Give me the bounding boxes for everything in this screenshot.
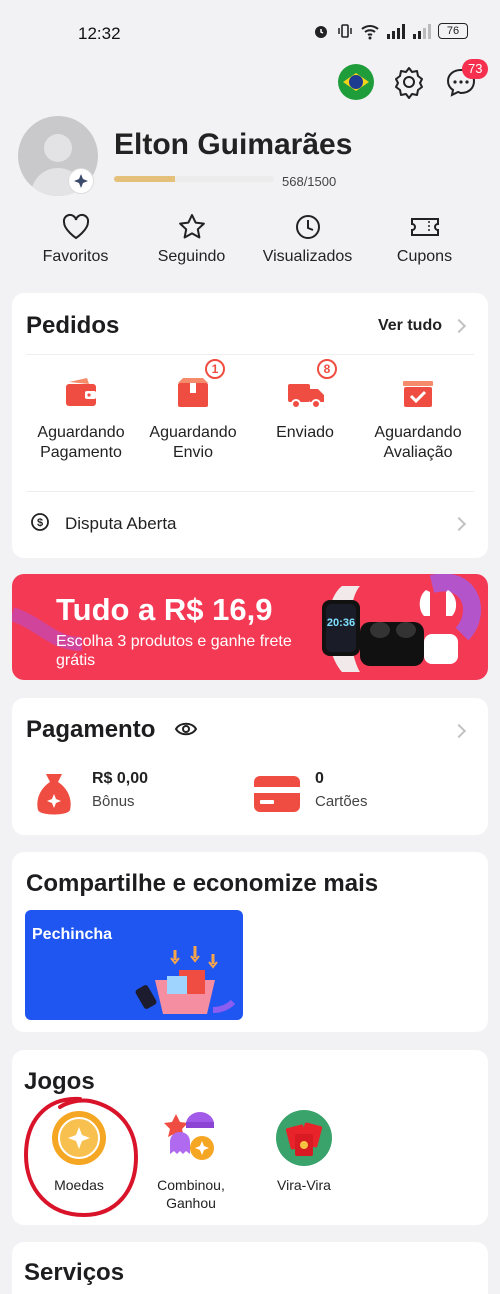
smartwatch-earbuds-image: 20:36 (322, 586, 458, 672)
membership-badge-icon (68, 168, 94, 194)
banner-subtitle: Escolha 3 produtos e ganhe frete grátis (56, 633, 292, 669)
dispute-icon: $ (30, 512, 50, 537)
status-time: 12:32 (78, 24, 121, 43)
wallet-icon (61, 373, 101, 413)
services-card: Serviços (12, 1242, 488, 1294)
eye-icon[interactable] (174, 719, 198, 739)
star-icon (178, 214, 205, 239)
wifi-icon (361, 25, 379, 40)
game-label: Vira-Vira (277, 1177, 331, 1193)
pechincha-tile[interactable]: Pechincha (25, 910, 243, 1020)
package-icon: 1 (173, 359, 225, 413)
signal-2-icon (413, 24, 431, 39)
order-status-label: Aguardando Envio (149, 424, 237, 461)
top-actions: 73 (338, 59, 489, 100)
share-card: Compartilhe e economize mais Pechincha (12, 852, 488, 1032)
ticket-icon (410, 218, 439, 236)
services-title: Serviços (24, 1259, 125, 1286)
gear-icon[interactable] (392, 65, 426, 99)
flip-cards-icon (276, 1110, 332, 1166)
share-title: Compartilhe e economize mais (26, 870, 379, 897)
match-game-icon (164, 1112, 214, 1160)
bonus-value[interactable]: R$ 0,00 (92, 770, 148, 788)
messages-button[interactable]: 73 (444, 59, 489, 99)
brazil-flag-icon[interactable] (338, 64, 374, 100)
shopping-cart-illustration (135, 946, 236, 1014)
games-title: Jogos (24, 1068, 95, 1095)
orders-card: Pedidos Ver tudo Aguardando Pagamento 1 … (12, 293, 488, 558)
bonus-icon (36, 772, 72, 823)
dispute-link[interactable]: Disputa Aberta (65, 514, 177, 534)
order-count-badge: 8 (317, 359, 337, 379)
review-box-icon (398, 373, 438, 413)
svg-text:$: $ (37, 517, 43, 529)
divider (26, 354, 474, 355)
promo-banner[interactable]: Tudo a R$ 16,9 Escolha 3 produtos e ganh… (12, 574, 488, 680)
orders-title: Pedidos (26, 312, 120, 339)
order-status-label: Aguardando Avaliação (374, 424, 462, 461)
level-progress-text: 568/1500 (282, 174, 337, 189)
see-all-orders-link[interactable]: Ver tudo (378, 317, 442, 335)
banner-title: Tudo a R$ 16,9 (56, 592, 273, 627)
order-status-label: Aguardando Pagamento (37, 424, 125, 461)
order-count-badge: 1 (205, 359, 225, 379)
truck-icon: 8 (285, 359, 337, 413)
status-icons: 76 (312, 22, 468, 40)
quick-link-label: Seguindo (157, 248, 226, 265)
order-status-awaiting-review[interactable]: Aguardando Avaliação (358, 373, 478, 463)
order-status-shipped[interactable]: 8 Enviado (245, 359, 365, 443)
payment-title: Pagamento (26, 716, 156, 743)
chevron-right-icon[interactable] (451, 723, 467, 739)
battery-indicator: 76 (438, 23, 468, 39)
user-name: Elton Guimarães (114, 128, 353, 161)
divider (26, 491, 474, 492)
order-status-label: Enviado (276, 424, 334, 441)
quick-link-label: Favoritos (42, 248, 109, 265)
game-vira-vira[interactable]: Vira-Vira (249, 1110, 359, 1194)
level-progress-bar (114, 176, 274, 182)
card-icon (254, 776, 300, 817)
highlight-circle-annotation (23, 1096, 139, 1218)
cards-label: Cartões (315, 793, 368, 810)
quick-link-visualizados[interactable]: Visualizados (245, 212, 370, 266)
status-bar: 12:32 76 (0, 0, 500, 66)
quick-link-favoritos[interactable]: Favoritos (13, 212, 138, 266)
vibrate-icon (338, 24, 352, 38)
quick-link-label: Visualizados (262, 248, 353, 265)
signal-icon (387, 24, 405, 39)
clock-icon (295, 215, 320, 239)
quick-link-cupons[interactable]: Cupons (362, 212, 487, 266)
watch-time: 20:36 (327, 617, 355, 629)
game-combinou-ganhou[interactable]: Combinou, Ganhou (136, 1110, 246, 1212)
game-label: Combinou, Ganhou (157, 1177, 225, 1211)
alarm-icon (315, 26, 327, 38)
notification-badge: 73 (462, 59, 489, 79)
quick-link-seguindo[interactable]: Seguindo (129, 212, 254, 266)
payment-card: Pagamento R$ 0,00 Bônus 0 Cartões (12, 698, 488, 835)
cards-value[interactable]: 0 (315, 770, 324, 788)
pechincha-label: Pechincha (32, 926, 113, 943)
quick-link-label: Cupons (396, 248, 453, 265)
chevron-right-icon[interactable] (451, 516, 467, 532)
bonus-label: Bônus (92, 793, 135, 810)
order-status-awaiting-shipment[interactable]: 1 Aguardando Envio (133, 359, 253, 463)
heart-icon (62, 213, 89, 240)
chevron-right-icon[interactable] (451, 318, 467, 334)
order-status-awaiting-payment[interactable]: Aguardando Pagamento (21, 373, 141, 463)
